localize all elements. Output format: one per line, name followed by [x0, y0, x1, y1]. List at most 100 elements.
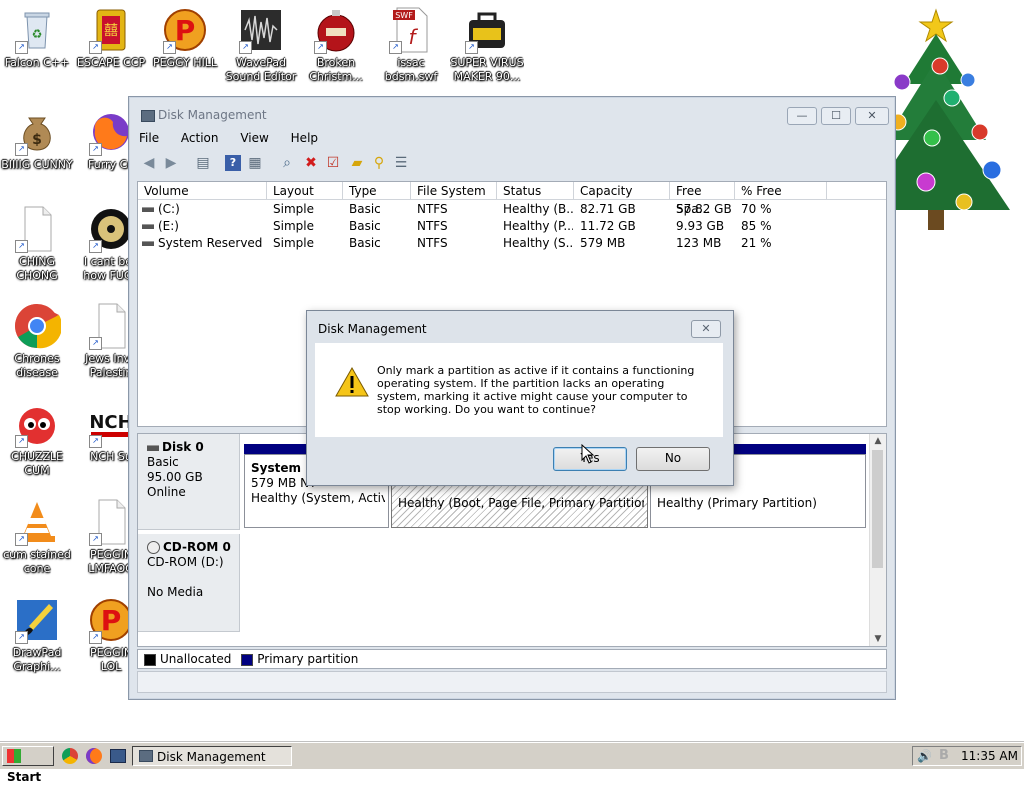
legend-label-unallocated: Unallocated — [160, 652, 232, 666]
volume-row[interactable]: (E:) Simple Basic NTFS Healthy (P... 11.… — [138, 218, 886, 235]
menu-bar: File Action View Help — [137, 128, 334, 148]
vertical-scrollbar[interactable]: ▲ ▼ — [869, 434, 886, 646]
firefox-quicklaunch-icon[interactable] — [86, 748, 102, 764]
scroll-up-icon[interactable]: ▲ — [870, 434, 886, 448]
taskbar-disk-management[interactable]: Disk Management — [132, 746, 292, 766]
recycle-bin-icon: ♻ ↗ — [13, 6, 61, 54]
tray-app-icon[interactable]: B — [939, 748, 949, 763]
legend: Unallocated Primary partition — [137, 649, 887, 669]
volume-status: Healthy (B... — [503, 202, 573, 216]
start-button[interactable]: Start — [2, 746, 54, 784]
drawpad-brush-icon: ↗ — [13, 596, 61, 644]
menu-action[interactable]: Action — [179, 128, 221, 148]
task-label: Disk Management — [157, 750, 266, 764]
scroll-down-icon[interactable]: ▼ — [870, 632, 886, 646]
volume-icon — [142, 241, 154, 246]
menu-help[interactable]: Help — [289, 128, 320, 148]
desktop-icon-wavepad[interactable]: ↗ WavePad Sound Editor — [224, 6, 298, 84]
volume-name: (E:) — [158, 219, 179, 233]
show-desktop-icon[interactable] — [110, 749, 126, 763]
disk-state: Online — [147, 485, 186, 499]
disk-kind: CD-ROM (D:) — [147, 555, 224, 569]
search-folder-icon[interactable]: ⚲ — [371, 155, 387, 171]
volume-capacity: 579 MB — [580, 236, 626, 250]
minimize-button[interactable]: — — [787, 107, 817, 125]
window-close-button[interactable]: ✕ — [855, 107, 889, 125]
check-disk-icon[interactable]: ☑ — [325, 155, 341, 171]
open-folder-icon[interactable]: ▰ — [349, 155, 365, 171]
volume-percent-free: 21 % — [741, 236, 772, 250]
desktop-icon-chrones-disease[interactable]: Chrones disease — [0, 302, 74, 380]
volume-percent-free: 70 % — [741, 202, 772, 216]
delete-icon[interactable]: ✖ — [303, 155, 319, 171]
swf-badge: SWF — [395, 11, 413, 20]
scroll-thumb[interactable] — [872, 450, 883, 568]
column-header-volume[interactable]: Volume — [138, 182, 267, 200]
confirm-dialog: Disk Management ✕ Only mark a partition … — [306, 310, 734, 486]
dialog-close-button[interactable]: ✕ — [691, 320, 721, 338]
connect-drive-icon[interactable]: ⌕ — [279, 155, 295, 171]
properties-list-icon[interactable]: ☰ — [393, 155, 409, 171]
menu-view[interactable]: View — [238, 128, 270, 148]
column-header-layout[interactable]: Layout — [267, 182, 343, 200]
volume-file-system: NTFS — [417, 219, 448, 233]
chrome-quicklaunch-icon[interactable] — [62, 748, 78, 764]
desktop-icon-issac-swf[interactable]: SWF f ↗ issac bdsm.swf — [374, 6, 448, 84]
desktop-icon-escape-ccp[interactable]: 囍 ↗ ESCAPE CCP — [74, 6, 148, 70]
cdrom-0-label[interactable]: CD-ROM 0 CD-ROM (D:) No Media — [138, 534, 240, 632]
column-header-status[interactable]: Status — [497, 182, 574, 200]
column-header-capacity[interactable]: Capacity — [574, 182, 670, 200]
column-header-type[interactable]: Type — [343, 182, 411, 200]
volume-row[interactable]: (C:) Simple Basic NTFS Healthy (B... 82.… — [138, 201, 886, 218]
volume-layout: Simple — [273, 219, 314, 233]
desktop-icon-chuzzle-cum[interactable]: ↗ CHUZZLE CUM — [0, 400, 74, 478]
volume-percent-free: 85 % — [741, 219, 772, 233]
volume-layout: Simple — [273, 202, 314, 216]
properties-panel-icon[interactable]: ▦ — [247, 155, 263, 171]
desktop-icon-super-virus-maker[interactable]: ↗ SUPER VIRUS MAKER 90... — [450, 6, 524, 84]
legend-swatch-primary — [241, 653, 254, 666]
column-header-filler — [827, 182, 886, 200]
desktop-icon-broken-christmas[interactable]: ↗ Broken Christm... — [299, 6, 373, 84]
volume-type: Basic — [349, 236, 381, 250]
show-hide-console-icon[interactable]: ▤ — [195, 155, 211, 171]
help-icon[interactable]: ? — [225, 155, 241, 171]
svg-text:P: P — [175, 14, 196, 47]
disk-size: 95.00 GB — [147, 470, 203, 484]
maximize-button[interactable]: ☐ — [821, 107, 851, 125]
disk-size — [147, 570, 239, 585]
no-button[interactable]: No — [636, 447, 710, 471]
desktop-icon-peggy-hill[interactable]: P ↗ PEGGY HILL — [148, 6, 222, 70]
vlc-cone-icon: ↗ — [13, 498, 61, 546]
volume-file-system: NTFS — [417, 236, 448, 250]
volume-status: Healthy (P... — [503, 219, 573, 233]
svg-text:P: P — [101, 604, 122, 637]
volume-row[interactable]: System Reserved Simple Basic NTFS Health… — [138, 235, 886, 252]
volume-status: Healthy (S... — [503, 236, 573, 250]
disk-0-label[interactable]: Disk 0 Basic 95.00 GB Online — [138, 434, 240, 530]
hazard-bag-icon: ↗ — [463, 6, 511, 54]
back-arrow-icon[interactable]: ◀ — [141, 155, 157, 171]
column-header-free-space[interactable]: Free Spa... — [670, 182, 735, 216]
toolbar: ◀ ▶ ▤ ? ▦ ⌕ ✖ ☑ ▰ ⚲ ☰ — [137, 153, 887, 175]
chrome-icon — [13, 302, 63, 350]
disk-name: Disk 0 — [162, 440, 204, 454]
desktop-icon-drawpad[interactable]: ↗ DrawPad Graphi... — [0, 596, 74, 674]
desktop-icon-biiiig-cunny[interactable]: $ ↗ BIIIIG CUNNY — [0, 108, 74, 172]
desktop-icon-cum-stained-cone[interactable]: ↗ cum stained cone — [0, 498, 74, 576]
svg-text:♻: ♻ — [32, 27, 43, 41]
window-title: Disk Management — [158, 108, 267, 122]
clock[interactable]: 11:35 AM — [961, 749, 1018, 763]
column-header-percent-free[interactable]: % Free — [735, 182, 827, 200]
volume-type: Basic — [349, 219, 381, 233]
forward-arrow-icon[interactable]: ▶ — [163, 155, 179, 171]
desktop-icon-falcon-cpp[interactable]: ♻ ↗ Falcon C++ — [0, 6, 74, 70]
desktop-icon-ching-chong[interactable]: ↗ CHING CHONG — [0, 205, 74, 283]
volume-icon[interactable]: 🔊 — [917, 749, 932, 763]
volume-icon — [142, 224, 154, 229]
start-label: Start — [7, 770, 42, 784]
disk-management-app-icon — [141, 110, 155, 122]
menu-file[interactable]: File — [137, 128, 161, 148]
column-header-file-system[interactable]: File System — [411, 182, 497, 200]
dialog-message: Only mark a partition as active if it co… — [377, 364, 695, 416]
